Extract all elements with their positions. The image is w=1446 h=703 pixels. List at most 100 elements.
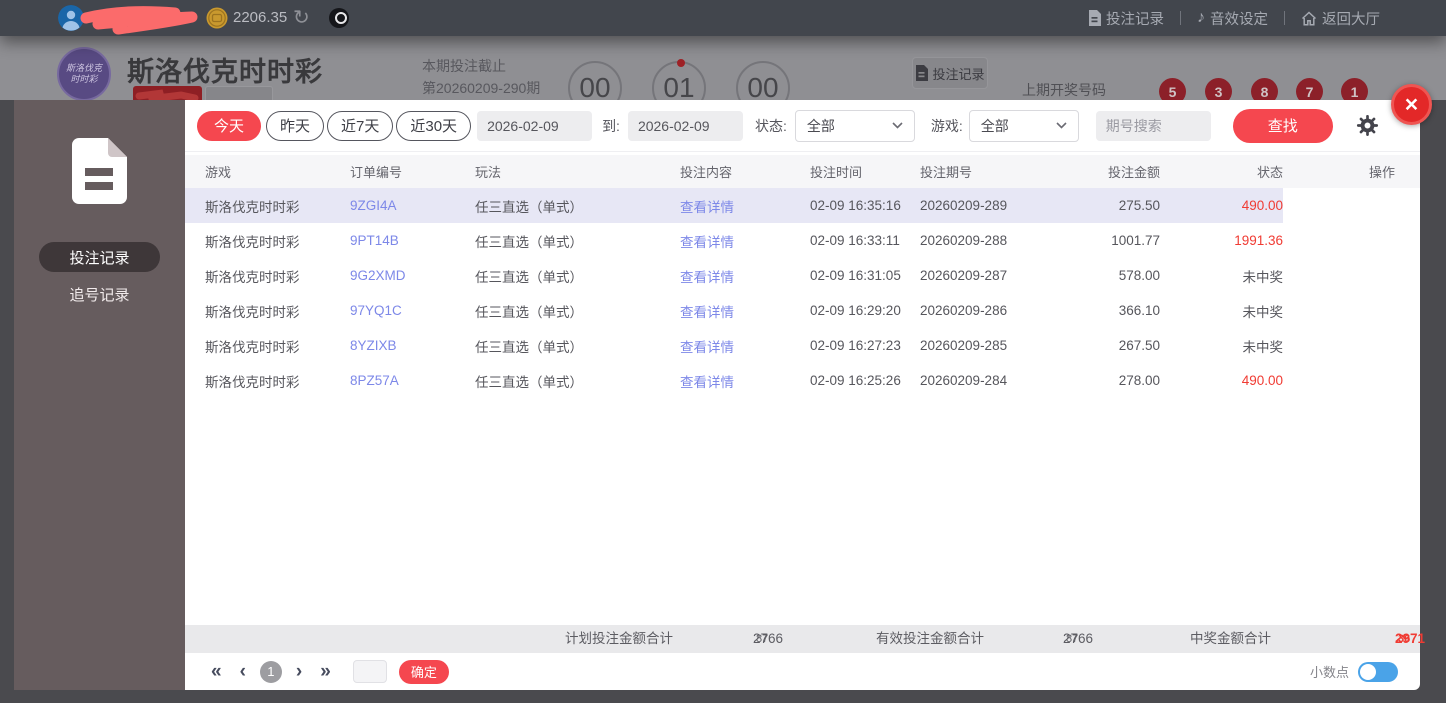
cell-game: 斯洛伐克时时彩 [205, 374, 300, 390]
cell-period: 20260209-284 [920, 373, 1008, 388]
cell-order-link[interactable]: 9PT14B [350, 233, 475, 248]
document-icon [1089, 10, 1101, 26]
date-from-input[interactable] [477, 110, 593, 141]
view-details-link[interactable]: 查看详情 [680, 371, 810, 391]
to-label: 到: [602, 117, 620, 134]
view-details-link[interactable]: 查看详情 [680, 301, 810, 321]
view-details-link[interactable]: 查看详情 [680, 231, 810, 251]
table-row[interactable]: 斯洛伐克时时彩 97YQ1C 任三直选（单式） 查看详情 02-09 16:29… [185, 293, 1420, 328]
last-page-icon[interactable]: » [320, 662, 331, 681]
table-row[interactable]: 斯洛伐克时时彩 8YZIXB 任三直选（单式） 查看详情 02-09 16:27… [185, 328, 1420, 363]
cell-period: 20260209-288 [920, 233, 1008, 248]
view-details-link[interactable]: 查看详情 [680, 336, 810, 356]
header-bet-record-button[interactable]: 投注记录 [912, 57, 988, 89]
cell-amount: 1001.77 [1111, 233, 1160, 248]
chevron-down-icon [1056, 122, 1067, 129]
col-period: 投注期号 [920, 165, 973, 180]
game-label: 游戏: [930, 117, 963, 134]
col-play: 玩法 [475, 165, 502, 180]
cell-order-link[interactable]: 97YQ1C [350, 303, 475, 318]
cell-order-link[interactable]: 9G2XMD [350, 268, 475, 283]
game-title: 斯洛伐克时时彩 [127, 57, 323, 87]
cell-amount: 275.50 [1118, 198, 1160, 213]
cell-game: 斯洛伐克时时彩 [205, 339, 300, 355]
cell-time: 02-09 16:25:26 [810, 373, 901, 388]
cell-period: 20260209-289 [920, 198, 1008, 213]
decimal-toggle-label: 小数点 [1309, 665, 1349, 680]
search-button[interactable]: 查找 [1232, 108, 1333, 143]
cell-status: 490.00 [1241, 198, 1283, 213]
cell-status: 未中奖 [1242, 304, 1284, 320]
filter-bar: 今天 昨天 近7天 近30天 到: 状态: 全部 游戏: 全部 查找 [185, 100, 1420, 152]
last-draw-label: 上期开奖号码 [1022, 82, 1106, 98]
table-row[interactable]: 斯洛伐克时时彩 9ZGI4A 任三直选（单式） 查看详情 02-09 16:35… [185, 188, 1420, 223]
quick-filter-7days[interactable]: 近7天 [327, 110, 394, 141]
menu-divider [1180, 11, 1181, 25]
table-row[interactable]: 斯洛伐克时时彩 8PZ57A 任三直选（单式） 查看详情 02-09 16:25… [185, 363, 1420, 398]
cell-game: 斯洛伐克时时彩 [205, 199, 300, 215]
table-row[interactable]: 斯洛伐克时时彩 9PT14B 任三直选（单式） 查看详情 02-09 16:33… [185, 223, 1420, 258]
home-icon [1301, 10, 1317, 26]
current-page-badge[interactable]: 1 [259, 660, 282, 683]
cell-time: 02-09 16:35:16 [810, 198, 901, 213]
menu-return-lobby[interactable]: 返回大厅 [1301, 8, 1380, 29]
document-icon [916, 65, 929, 81]
refresh-balance-icon[interactable]: ↻ [293, 5, 310, 30]
cell-game: 斯洛伐克时时彩 [205, 234, 300, 250]
cell-time: 02-09 16:33:11 [810, 233, 900, 248]
menu-bet-records[interactable]: 投注记录 [1088, 8, 1164, 29]
cell-time: 02-09 16:27:23 [810, 338, 901, 353]
cell-order-link[interactable]: 9ZGI4A [350, 198, 475, 213]
cell-play: 任三直选（单式） [475, 269, 583, 285]
table-row[interactable]: 斯洛伐克时时彩 9G2XMD 任三直选（单式） 查看详情 02-09 16:31… [185, 258, 1420, 293]
cell-time: 02-09 16:31:05 [810, 268, 901, 283]
game-header: 斯洛伐克 时时彩 斯洛伐克时时彩 本期投注截止 第20260209-290期 00… [0, 36, 1446, 115]
eye-visibility-icon[interactable] [329, 8, 349, 28]
quick-filter-30days[interactable]: 近30天 [396, 110, 472, 141]
decimal-toggle[interactable] [1358, 661, 1398, 682]
summary-bar: 计划投注金额合计 2766.87 有效投注金额合计 2766.87 中奖金额合计… [185, 625, 1425, 653]
cell-status: 未中奖 [1242, 339, 1284, 355]
date-to-input[interactable] [627, 110, 743, 141]
countdown-progress-dot [677, 59, 685, 67]
cell-play: 任三直选（单式） [475, 199, 583, 215]
gear-icon[interactable] [1356, 114, 1379, 137]
cell-play: 任三直选（单式） [475, 339, 583, 355]
view-details-link[interactable]: 查看详情 [680, 266, 810, 286]
cell-status: 未中奖 [1242, 269, 1284, 285]
decimal-toggle-group: 小数点 [1309, 661, 1398, 682]
deadline-block: 本期投注截止 第20260209-290期 [422, 55, 540, 99]
next-page-icon[interactable]: › [296, 662, 302, 681]
view-details-link[interactable]: 查看详情 [680, 196, 810, 216]
cell-game: 斯洛伐克时时彩 [205, 304, 300, 320]
cell-game: 斯洛伐克时时彩 [205, 269, 300, 285]
cell-amount: 578.00 [1118, 268, 1160, 283]
cell-period: 20260209-285 [920, 338, 1008, 353]
period-search-input[interactable] [1095, 110, 1211, 141]
status-select[interactable]: 全部 [794, 109, 915, 142]
prev-page-icon[interactable]: ‹ [240, 662, 246, 681]
music-note-icon: ♪ [1197, 9, 1205, 26]
menu-divider [1284, 11, 1285, 25]
pagination-bar: « ‹ 1 › » 确定 小数点 [185, 653, 1420, 690]
menu-sound-settings[interactable]: ♪ 音效设定 [1197, 8, 1268, 29]
sidebar-item-bet-records[interactable]: 投注记录 [39, 242, 160, 272]
page-number-input[interactable] [352, 660, 387, 683]
col-content: 投注内容 [680, 165, 733, 180]
close-icon[interactable]: × [1391, 84, 1432, 125]
coin-icon [206, 7, 228, 29]
cell-order-link[interactable]: 8YZIXB [350, 338, 475, 353]
chevron-down-icon [892, 122, 903, 129]
win-total-label: 中奖金额合计 [1190, 631, 1271, 646]
first-page-icon[interactable]: « [211, 662, 222, 681]
cell-order-link[interactable]: 8PZ57A [350, 373, 475, 388]
game-select[interactable]: 全部 [968, 109, 1079, 142]
col-status: 状态 [1256, 165, 1283, 180]
deadline-label: 本期投注截止 [422, 58, 506, 74]
quick-filter-yesterday[interactable]: 昨天 [266, 110, 325, 141]
quick-filter-today[interactable]: 今天 [197, 110, 262, 141]
confirm-page-button[interactable]: 确定 [398, 659, 449, 684]
censored-username-scribble [80, 6, 198, 35]
sidebar-item-chase-records[interactable]: 追号记录 [14, 284, 185, 305]
cell-time: 02-09 16:29:20 [810, 303, 901, 318]
